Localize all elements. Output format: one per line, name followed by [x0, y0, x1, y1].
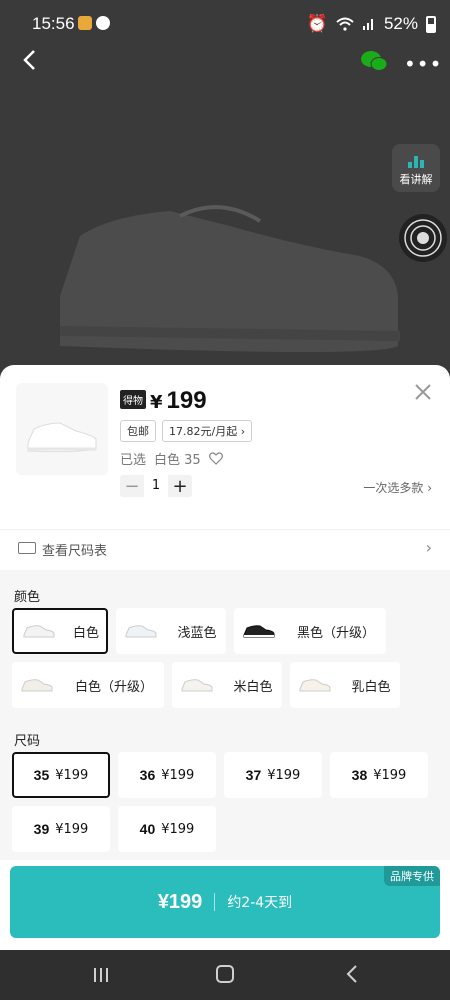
- system-nav-bar: [0, 950, 450, 1000]
- platform-badge: 得物: [120, 390, 146, 409]
- multi-select-link[interactable]: 一次选多款 ›: [363, 479, 432, 496]
- selected-prefix: 已选: [120, 453, 147, 468]
- color-option-white[interactable]: 白色: [12, 608, 108, 654]
- shoe-swatch-icon: [125, 625, 157, 638]
- shoe-swatch-icon: [23, 625, 55, 638]
- buy-divider: [214, 893, 216, 911]
- status-time: 15:56: [32, 14, 75, 33]
- back-arrow-icon[interactable]: [18, 48, 42, 72]
- size-number: 38: [351, 767, 368, 783]
- color-option-label: 乳白色: [351, 679, 391, 695]
- selected-value: 白色 35: [154, 453, 201, 468]
- size-number: 39: [33, 821, 50, 837]
- size-price: ¥199: [55, 821, 89, 837]
- pill-row: 包邮 17.82元/月起 ›: [120, 420, 253, 442]
- size-option-37[interactable]: 37 ¥199: [224, 752, 322, 798]
- color-option-off-white[interactable]: 米白色: [172, 662, 282, 708]
- size-number: 40: [139, 821, 156, 837]
- size-number: 37: [245, 767, 262, 783]
- chevron-right-icon: ›: [425, 538, 432, 557]
- status-bar: 15:56 ⏰ 52%: [0, 0, 450, 46]
- home-icon[interactable]: [216, 965, 234, 983]
- quantity-increase-button[interactable]: +: [168, 476, 192, 497]
- explain-label: 看讲解: [399, 173, 433, 186]
- product-price: 199: [166, 387, 207, 414]
- explain-button[interactable]: 看讲解: [392, 144, 440, 192]
- size-chart-row[interactable]: 查看尺码表 ›: [0, 529, 450, 569]
- shoe-swatch-icon: [181, 679, 213, 692]
- recent-apps-icon[interactable]: [92, 966, 110, 984]
- close-icon[interactable]: [414, 383, 432, 401]
- back-icon[interactable]: [344, 964, 360, 984]
- size-chart-label: 查看尺码表: [42, 544, 108, 559]
- price-row: 得物 ¥ 199: [120, 387, 207, 415]
- installment-text: 17.82元/月起: [169, 425, 238, 438]
- brand-supply-badge: 品牌专供: [384, 866, 440, 886]
- size-option-40[interactable]: 40 ¥199: [118, 806, 216, 852]
- currency-symbol: ¥: [150, 392, 163, 413]
- size-number: 35: [33, 767, 50, 783]
- quantity-decrease-button[interactable]: −: [120, 476, 144, 497]
- color-option-label: 浅蓝色: [177, 625, 217, 641]
- shoe-image: [59, 205, 401, 352]
- size-option-36[interactable]: 36 ¥199: [118, 752, 216, 798]
- quantity-stepper: − 1 +: [120, 475, 192, 497]
- size-price: ¥199: [55, 767, 89, 783]
- shoe-thumbnail: [27, 422, 97, 453]
- color-option-milky-white[interactable]: 乳白色: [290, 662, 400, 708]
- explain-bars-icon: [392, 154, 440, 168]
- more-options-icon[interactable]: •••: [404, 52, 441, 76]
- size-option-38[interactable]: 38 ¥199: [330, 752, 428, 798]
- product-thumbnail: [16, 383, 108, 475]
- buy-button[interactable]: ¥199 约2-4天到 品牌专供: [10, 866, 440, 938]
- notification-icons: [78, 16, 110, 30]
- free-shipping-pill: 包邮: [120, 420, 156, 442]
- color-option-label: 白色: [72, 625, 99, 641]
- installment-pill[interactable]: 17.82元/月起 ›: [162, 420, 253, 442]
- shoe-swatch-icon: [299, 679, 331, 692]
- color-option-light-blue[interactable]: 浅蓝色: [116, 608, 226, 654]
- color-option-label: 米白色: [233, 679, 273, 695]
- wechat-share-icon[interactable]: [360, 50, 388, 72]
- color-option-label: 白色（升级）: [74, 679, 153, 695]
- size-price: ¥199: [161, 821, 195, 837]
- buy-price: ¥199: [157, 890, 203, 913]
- color-option-label: 黑色（升级）: [296, 625, 375, 641]
- chevron-right-icon: ›: [240, 425, 246, 438]
- size-price: ¥199: [267, 767, 301, 783]
- status-right: ⏰ 52%: [307, 14, 436, 34]
- shoe-swatch-icon: [243, 625, 275, 638]
- delivery-eta: 约2-4天到: [227, 895, 293, 911]
- battery-icon: [426, 15, 436, 33]
- wifi-icon: [336, 17, 354, 31]
- color-option-white-upgrade[interactable]: 白色（升级）: [12, 662, 164, 708]
- size-option-35[interactable]: 35 ¥199: [12, 752, 110, 798]
- size-number: 36: [139, 767, 156, 783]
- ruler-icon: [18, 542, 36, 554]
- product-hero-image: [0, 46, 450, 366]
- quantity-value[interactable]: 1: [144, 475, 168, 497]
- size-option-39[interactable]: 39 ¥199: [12, 806, 110, 852]
- app-notification-icon: [78, 16, 92, 30]
- size-price: ¥199: [161, 767, 195, 783]
- audio-disc-icon[interactable]: [398, 208, 448, 268]
- color-option-black-upgrade[interactable]: 黑色（升级）: [234, 608, 386, 654]
- sync-notification-icon: [96, 16, 110, 30]
- shoe-swatch-icon: [21, 679, 53, 692]
- heart-icon[interactable]: [208, 452, 223, 465]
- color-section-title: 颜色: [14, 590, 41, 605]
- size-section-title: 尺码: [14, 734, 41, 749]
- options-section: 颜色 白色 浅蓝色 黑色（升级） 白色（升级） 米白色 乳白色 尺码 35 ¥1…: [0, 570, 450, 860]
- sku-selector-sheet: 得物 ¥ 199 包邮 17.82元/月起 › 已选 白色 35 − 1 + 一…: [0, 365, 450, 950]
- signal-icon: [362, 19, 373, 30]
- size-price: ¥199: [373, 767, 407, 783]
- selected-summary: 已选 白色 35: [120, 449, 223, 468]
- battery-percent: 52%: [383, 14, 418, 33]
- alarm-icon: ⏰: [306, 14, 328, 33]
